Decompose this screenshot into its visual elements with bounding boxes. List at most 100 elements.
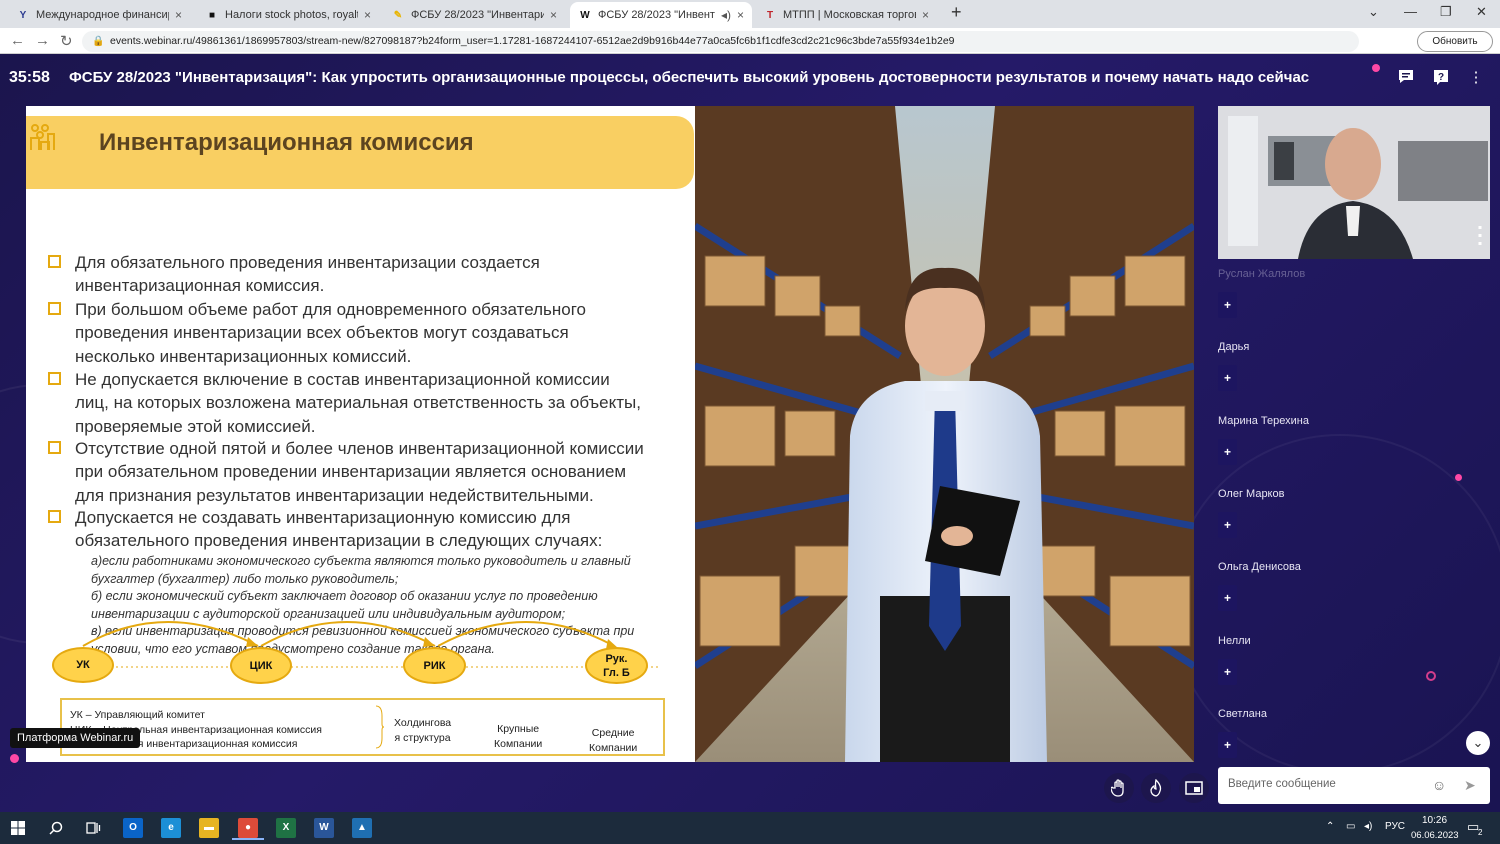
message-input[interactable]: Введите сообщение ☺ ➤ bbox=[1218, 767, 1490, 804]
close-tab-icon[interactable]: × bbox=[737, 8, 744, 22]
bullet-square-icon bbox=[48, 302, 61, 315]
browser-tab[interactable]: ✎ ФСБУ 28/2023 "Инвентаризаци × bbox=[383, 2, 565, 28]
question-icon[interactable]: ? bbox=[1431, 68, 1451, 88]
url-text: events.webinar.ru/49861361/1869957803/st… bbox=[110, 35, 955, 47]
browser-tab[interactable]: ■ Налоги stock photos, royalty-fre × bbox=[197, 2, 379, 28]
flow-node: УК bbox=[52, 647, 114, 683]
bullet-line: При большом объеме работ для одновременн… bbox=[75, 300, 587, 319]
search-icon[interactable] bbox=[46, 818, 66, 838]
windows-start-icon[interactable] bbox=[8, 818, 28, 838]
forward-icon[interactable]: → bbox=[35, 32, 50, 49]
flow-node: РИК bbox=[403, 647, 466, 684]
bullet-text: Не допускается включение в состав инвент… bbox=[48, 368, 678, 438]
tab-search-icon[interactable]: ⌄ bbox=[1368, 4, 1379, 20]
flow-node: Рук. Гл. Б bbox=[585, 647, 648, 684]
tab-favicon-icon: ✎ bbox=[393, 9, 403, 21]
outlook-icon[interactable]: O bbox=[123, 818, 143, 838]
message-placeholder: Введите сообщение bbox=[1228, 778, 1336, 790]
chrome-icon[interactable]: ● bbox=[232, 818, 264, 840]
lock-icon: 🔒 bbox=[92, 36, 105, 47]
tab-title: МТПП | Московская торгово-пр bbox=[783, 9, 916, 21]
webinar-room: 35:58 ФСБУ 28/2023 "Инвентаризация": Как… bbox=[0, 54, 1500, 812]
org-group-label: Средние Компании bbox=[589, 727, 638, 754]
word-icon[interactable]: W bbox=[314, 818, 334, 838]
participant-name: Дарья bbox=[1218, 341, 1250, 354]
presentation-slide: Инвентаризационная комиссия Для обязател… bbox=[26, 106, 695, 762]
timer: 35:58 bbox=[9, 69, 50, 86]
warehouse-photo bbox=[695, 106, 1194, 762]
participant-name: Олег Марков bbox=[1218, 487, 1285, 500]
participant-item: Нелли + bbox=[1218, 635, 1478, 685]
participant-item: Олег Марков + bbox=[1218, 487, 1478, 538]
close-tab-icon[interactable]: × bbox=[922, 8, 929, 22]
close-tab-icon[interactable]: × bbox=[175, 8, 182, 22]
tab-title: ФСБУ 28/2023 "Инвентаризаци bbox=[411, 9, 544, 21]
audio-icon[interactable]: ◂) bbox=[721, 8, 731, 22]
taskbar: Oe ▬ ● X W ▲ ⌃ ▭ ◂) РУС 10:26 06.06.2023 ▭ 2 bbox=[0, 812, 1500, 844]
send-icon[interactable]: ➤ bbox=[1464, 777, 1476, 794]
tab-title: ФСБУ 28/2023 "Инвентари bbox=[598, 9, 715, 21]
add-participant-button[interactable]: + bbox=[1218, 585, 1237, 612]
url-field[interactable]: 🔒 events.webinar.ru/49861361/1869957803/… bbox=[82, 31, 1359, 52]
bullet-text: Допускается не создавать инвентаризацион… bbox=[48, 506, 678, 553]
add-participant-button[interactable]: + bbox=[1218, 731, 1237, 758]
update-button[interactable]: Обновить bbox=[1417, 31, 1493, 52]
people-icon bbox=[30, 124, 55, 150]
add-participant-button[interactable]: + bbox=[1218, 658, 1237, 685]
tab-favicon-icon: W bbox=[580, 9, 590, 21]
slide-bullet: Допускается не создавать инвентаризацион… bbox=[48, 506, 678, 553]
participant-name: Ольга Денисова bbox=[1218, 561, 1301, 574]
edge-icon[interactable]: e bbox=[161, 818, 181, 838]
slide-title: Инвентаризационная комиссия bbox=[99, 129, 474, 156]
reload-icon[interactable]: ↻ bbox=[60, 32, 73, 50]
participant-item: Руслан Жалялов + bbox=[1218, 268, 1478, 318]
participant-item: Дарья + bbox=[1218, 341, 1478, 392]
tab-title: Международное финансирова bbox=[36, 9, 169, 21]
clock-date[interactable]: 06.06.2023 bbox=[1411, 830, 1459, 841]
explorer-icon[interactable]: ▬ bbox=[199, 818, 219, 838]
bullet-line: Для обязательного проведения инвентариза… bbox=[75, 253, 540, 272]
browser-tab[interactable]: Y Международное финансирова × bbox=[8, 2, 190, 28]
add-participant-button[interactable]: + bbox=[1218, 365, 1237, 392]
tab-favicon-icon: Y bbox=[19, 9, 27, 21]
tray-chevron-icon[interactable]: ⌃ bbox=[1326, 821, 1334, 832]
screen-icon[interactable] bbox=[1179, 773, 1209, 803]
browser-tab[interactable]: T МТПП | Московская торгово-пр × bbox=[755, 2, 937, 28]
hand-icon[interactable] bbox=[1104, 773, 1134, 803]
subpoint-line: а)если работниками экономического субъек… bbox=[91, 554, 631, 568]
excel-icon[interactable]: X bbox=[276, 818, 296, 838]
volume-icon[interactable]: ◂) bbox=[1364, 821, 1372, 832]
browser-tab[interactable]: W ФСБУ 28/2023 "Инвентари ◂) × bbox=[570, 2, 752, 28]
chat-icon[interactable] bbox=[1396, 68, 1416, 88]
close-window-icon[interactable]: ✕ bbox=[1476, 4, 1487, 20]
clock-time[interactable]: 10:26 bbox=[1422, 815, 1447, 826]
task-view-icon[interactable] bbox=[83, 818, 103, 838]
new-tab-button[interactable]: + bbox=[951, 2, 962, 23]
subpoint-line: б) если экономический субъект заключает … bbox=[91, 589, 598, 604]
add-participant-button[interactable]: + bbox=[1218, 438, 1237, 465]
language-indicator[interactable]: РУС bbox=[1385, 821, 1405, 832]
add-participant-button[interactable]: + bbox=[1218, 292, 1237, 318]
fire-icon[interactable] bbox=[1141, 773, 1171, 803]
notifications-count: 2 bbox=[1478, 828, 1483, 837]
minimize-icon[interactable]: — bbox=[1404, 4, 1417, 19]
photos-icon[interactable]: ▲ bbox=[352, 818, 372, 838]
tab-title: Налоги stock photos, royalty-fre bbox=[225, 9, 358, 21]
maximize-icon[interactable]: ❐ bbox=[1440, 4, 1452, 20]
emoji-icon[interactable]: ☺ bbox=[1432, 777, 1446, 793]
participant-item: Ольга Денисова + bbox=[1218, 561, 1478, 612]
close-tab-icon[interactable]: × bbox=[364, 8, 371, 22]
chevron-down-icon[interactable]: ⌄ bbox=[1466, 731, 1490, 755]
more-icon[interactable]: ⋮ bbox=[1466, 68, 1486, 88]
slide-bullet: Для обязательного проведения инвентариза… bbox=[48, 251, 678, 298]
network-icon[interactable]: ▭ bbox=[1346, 821, 1355, 832]
close-tab-icon[interactable]: × bbox=[550, 8, 557, 22]
bullet-square-icon bbox=[48, 441, 61, 454]
legend-box: УК – Управляющий комитет ЦИК – Центральна… bbox=[60, 698, 665, 756]
bullet-line: Не допускается включение в состав инвент… bbox=[75, 370, 610, 389]
back-icon[interactable]: ← bbox=[10, 32, 25, 49]
tab-favicon-icon: T bbox=[766, 9, 774, 21]
bullet-line: Допускается не создавать инвентаризацион… bbox=[75, 508, 571, 527]
slide-bullet: При большом объеме работ для одновременн… bbox=[48, 298, 678, 368]
add-participant-button[interactable]: + bbox=[1218, 511, 1237, 538]
